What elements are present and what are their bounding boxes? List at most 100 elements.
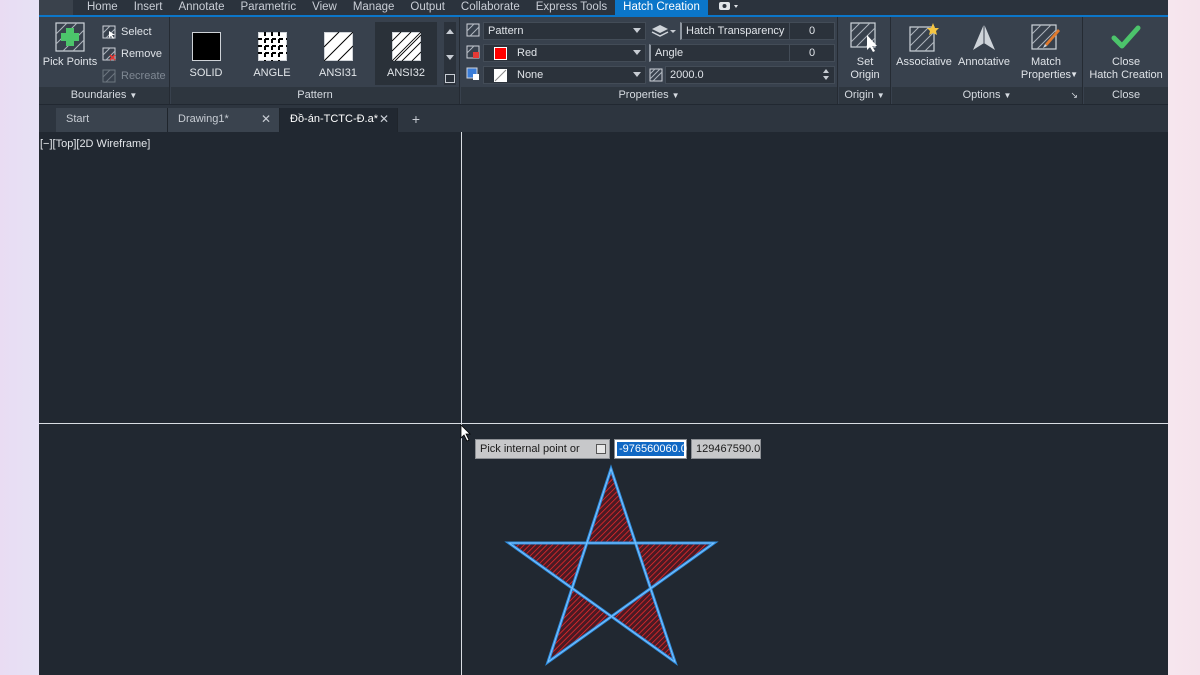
transparency-icon[interactable] (650, 24, 676, 39)
recreate-boundary-icon (102, 69, 116, 83)
hatch-scale-value: 2000.0 (670, 69, 704, 81)
background-color-dropdown[interactable]: None (483, 66, 646, 84)
properties-panel-title[interactable]: Properties ▼ (461, 87, 837, 104)
select-boundary-button[interactable]: Select (102, 23, 152, 41)
angle-pattern-icon (257, 32, 287, 61)
expand-gallery-icon[interactable] (445, 74, 455, 83)
tab-parametric[interactable]: Parametric (233, 0, 305, 15)
close-hatch-creation-button[interactable]: Close Hatch Creation (1084, 22, 1168, 82)
pattern-swatch-ansi31[interactable]: ANSI31 (307, 22, 369, 85)
coordinate-x-value: -976560060.0 (617, 442, 687, 456)
recreate-boundary-button[interactable]: Recreate (102, 67, 166, 85)
hatch-color-value: Red (517, 47, 538, 59)
tab-drawing1-label: Drawing1* (178, 113, 229, 125)
dialog-launcher-icon[interactable]: ↘ (1070, 87, 1078, 104)
pattern-swatch-angle[interactable]: ANGLE (241, 22, 303, 85)
spinner-icon[interactable] (822, 68, 832, 82)
match-properties-label-2: Properties (1020, 69, 1072, 81)
boundaries-panel: Pick Points Select Remove Recreate Bound… (39, 17, 170, 104)
tab-manage[interactable]: Manage (345, 0, 403, 15)
select-label: Select (121, 26, 152, 38)
pattern-panel: SOLID ANGLE ANSI31 ANSI32 Pattern (171, 17, 460, 104)
tab-active-drawing[interactable]: Đồ-án-TCTC-Đ.a* ✕ (280, 108, 398, 132)
new-tab-button[interactable]: + (405, 108, 427, 132)
annotative-icon (973, 24, 995, 50)
hatch-type-icon (466, 23, 480, 37)
annotative-button[interactable]: Annotative (954, 22, 1014, 69)
set-origin-button[interactable]: Set Origin (841, 22, 889, 82)
pattern-swatch-ansi32[interactable]: ANSI32 (375, 22, 437, 85)
drawing-area[interactable]: [−][Top][2D Wireframe] Pick internal poi… (39, 132, 1168, 675)
options-arrow-icon[interactable] (596, 444, 606, 454)
application-menu-button[interactable] (39, 0, 73, 15)
properties-panel: Pattern Red None Hatch Transparency 0 An… (461, 17, 838, 104)
associative-button[interactable]: Associative (894, 22, 954, 69)
star-drawing[interactable] (499, 462, 719, 668)
background-color-icon (466, 67, 479, 80)
tab-annotate[interactable]: Annotate (170, 0, 232, 15)
plus-icon: + (411, 111, 421, 127)
annotative-label: Annotative (958, 56, 1010, 68)
pick-points-button[interactable]: Pick Points (41, 22, 99, 69)
match-properties-label-1: Match (1031, 56, 1061, 68)
hatch-transparency-input[interactable]: 0 (789, 22, 835, 40)
mouse-cursor-icon (460, 424, 471, 442)
swatch-label: ANGLE (253, 67, 291, 79)
tab-drawing1[interactable]: Drawing1* ✕ (168, 108, 280, 132)
tab-home[interactable]: Home (79, 0, 126, 15)
options-panel-title[interactable]: Options ▼ ↘ (892, 87, 1082, 104)
menu-bar: Home Insert Annotate Parametric View Man… (39, 0, 1168, 15)
hatch-scale-input[interactable]: 2000.0 (665, 66, 835, 84)
hatch-type-value: Pattern (488, 25, 524, 37)
ribbon: Pick Points Select Remove Recreate Bound… (39, 15, 1168, 104)
close-tab-icon[interactable]: ✕ (379, 108, 389, 130)
coordinate-y-input[interactable]: 129467590.0 (691, 439, 761, 459)
hatch-transparency-label[interactable]: Hatch Transparency (680, 22, 790, 40)
angle-input[interactable]: 0 (789, 44, 835, 62)
video-options-icon[interactable] (718, 1, 740, 14)
pattern-scroll[interactable] (444, 22, 456, 85)
chevron-down-icon[interactable]: ▼ (1070, 68, 1078, 81)
chevron-down-icon (633, 50, 641, 55)
star-hatch-bottom-right (611, 589, 675, 662)
recreate-label: Recreate (121, 70, 166, 82)
pattern-swatch-solid[interactable]: SOLID (175, 22, 237, 85)
associative-label: Associative (896, 56, 952, 68)
tab-express-tools[interactable]: Express Tools (528, 0, 615, 15)
select-boundary-icon (102, 25, 116, 39)
scroll-down-icon[interactable] (446, 55, 454, 60)
boundaries-panel-title[interactable]: Boundaries ▼ (39, 87, 169, 104)
close-tab-icon[interactable]: ✕ (261, 108, 271, 130)
origin-panel-title[interactable]: Origin ▼ (839, 87, 890, 104)
background-color-value: None (517, 69, 544, 81)
remove-boundary-button[interactable]: Remove (102, 45, 162, 63)
options-panel: Associative Annotative Match Properties … (892, 17, 1083, 104)
file-tabs-bar: Start Drawing1* ✕ Đồ-án-TCTC-Đ.a* ✕ + (39, 105, 1168, 132)
viewport-divider-horizontal (39, 423, 1168, 424)
coordinate-x-input[interactable]: -976560060.0 (614, 439, 687, 459)
set-origin-icon (850, 22, 877, 52)
ansi32-pattern-icon (391, 31, 421, 62)
hatch-type-dropdown[interactable]: Pattern (483, 22, 646, 40)
scroll-up-icon[interactable] (446, 29, 454, 34)
tab-collaborate[interactable]: Collaborate (453, 0, 528, 15)
color-swatch (494, 46, 507, 60)
tab-insert[interactable]: Insert (126, 0, 171, 15)
viewport-divider-vertical (461, 132, 462, 675)
tab-hatch-creation[interactable]: Hatch Creation (615, 0, 708, 15)
tab-view[interactable]: View (304, 0, 345, 15)
hatch-color-dropdown[interactable]: Red (483, 44, 646, 62)
chevron-down-icon (633, 72, 641, 77)
angle-label[interactable]: Angle (649, 44, 790, 62)
tab-start-label: Start (66, 113, 90, 125)
none-swatch (494, 68, 507, 82)
viewport-controls-label[interactable]: [−][Top][2D Wireframe] (40, 138, 150, 150)
match-properties-button[interactable]: Match Properties ▼ (1016, 22, 1078, 82)
pattern-panel-title: Pattern (171, 87, 459, 104)
checkmark-icon (1111, 25, 1141, 49)
close-panel: Close Hatch Creation Close (1084, 17, 1168, 104)
tab-output[interactable]: Output (402, 0, 453, 15)
close-label-2: Hatch Creation (1089, 69, 1163, 81)
tab-start[interactable]: Start (56, 108, 168, 132)
pick-points-label: Pick Points (42, 56, 98, 68)
